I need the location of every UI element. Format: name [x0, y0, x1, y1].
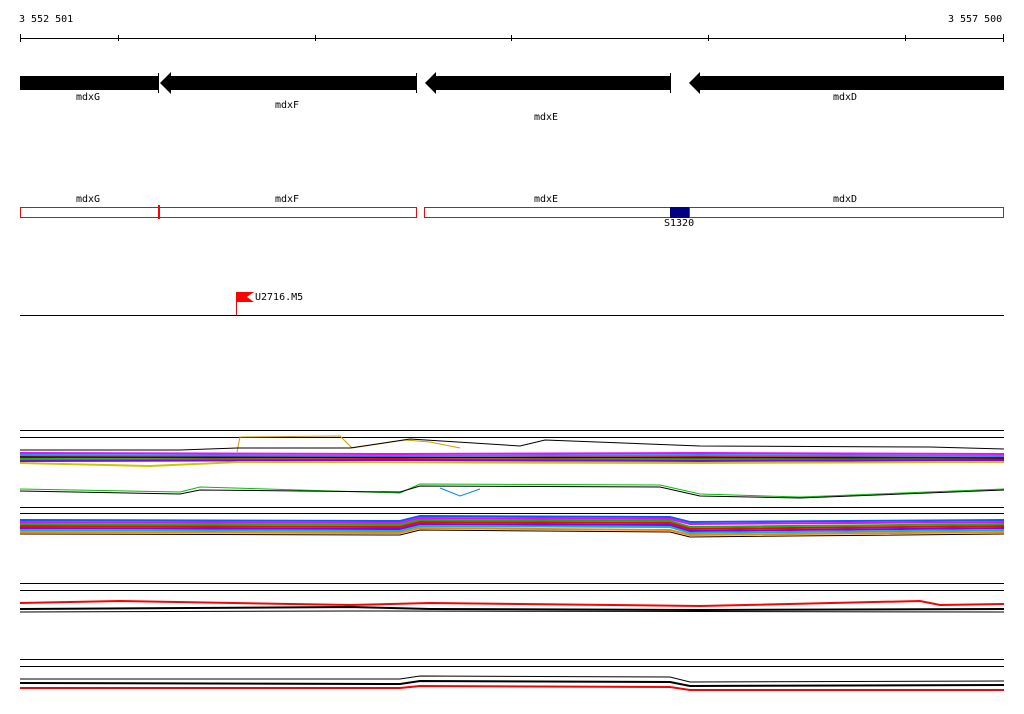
coverage-track-3	[19, 514, 1005, 538]
gene-label-mdxe: mdxE	[534, 112, 559, 123]
feature-label-s1320: S1320	[664, 218, 695, 229]
annotation-label-mdxg: mdxG	[76, 194, 101, 205]
annotation-label-mdxd: mdxD	[833, 194, 858, 205]
gene-label-mdxf: mdxF	[275, 100, 300, 111]
gene-arrow-mdxf[interactable]	[160, 72, 416, 94]
coverage-track-2	[19, 483, 1005, 514]
annotation-box-mdxe[interactable]	[424, 207, 671, 218]
gene-label-mdxd: mdxD	[833, 92, 858, 103]
annotation-label-mdxe: mdxE	[534, 194, 559, 205]
marker-track	[20, 292, 1004, 316]
annotation-box-mdxf[interactable]	[159, 207, 417, 218]
gene-arrow-mdxd[interactable]	[689, 72, 1004, 94]
coverage-track-1	[19, 430, 1005, 468]
annotation-track	[20, 205, 1004, 219]
annotation-box-mdxg[interactable]	[20, 207, 159, 218]
annotation-box-mdxd[interactable]	[689, 207, 1004, 218]
marker-flag-icon[interactable]	[237, 292, 254, 302]
marker-label[interactable]: U2716.M5	[255, 293, 303, 303]
gene-arrow-mdxg[interactable]	[20, 76, 158, 90]
annotation-label-mdxf: mdxF	[275, 194, 300, 205]
feature-box-s1320[interactable]	[670, 207, 689, 218]
gene-label-mdxg: mdxG	[76, 92, 101, 103]
gene-track	[20, 72, 1004, 94]
genome-browser-canvas	[19, 34, 1005, 691]
coordinate-ruler	[20, 34, 1004, 42]
coverage-track-4	[19, 583, 1005, 613]
gene-arrow-mdxe[interactable]	[425, 72, 670, 94]
coverage-track-5	[19, 659, 1005, 691]
